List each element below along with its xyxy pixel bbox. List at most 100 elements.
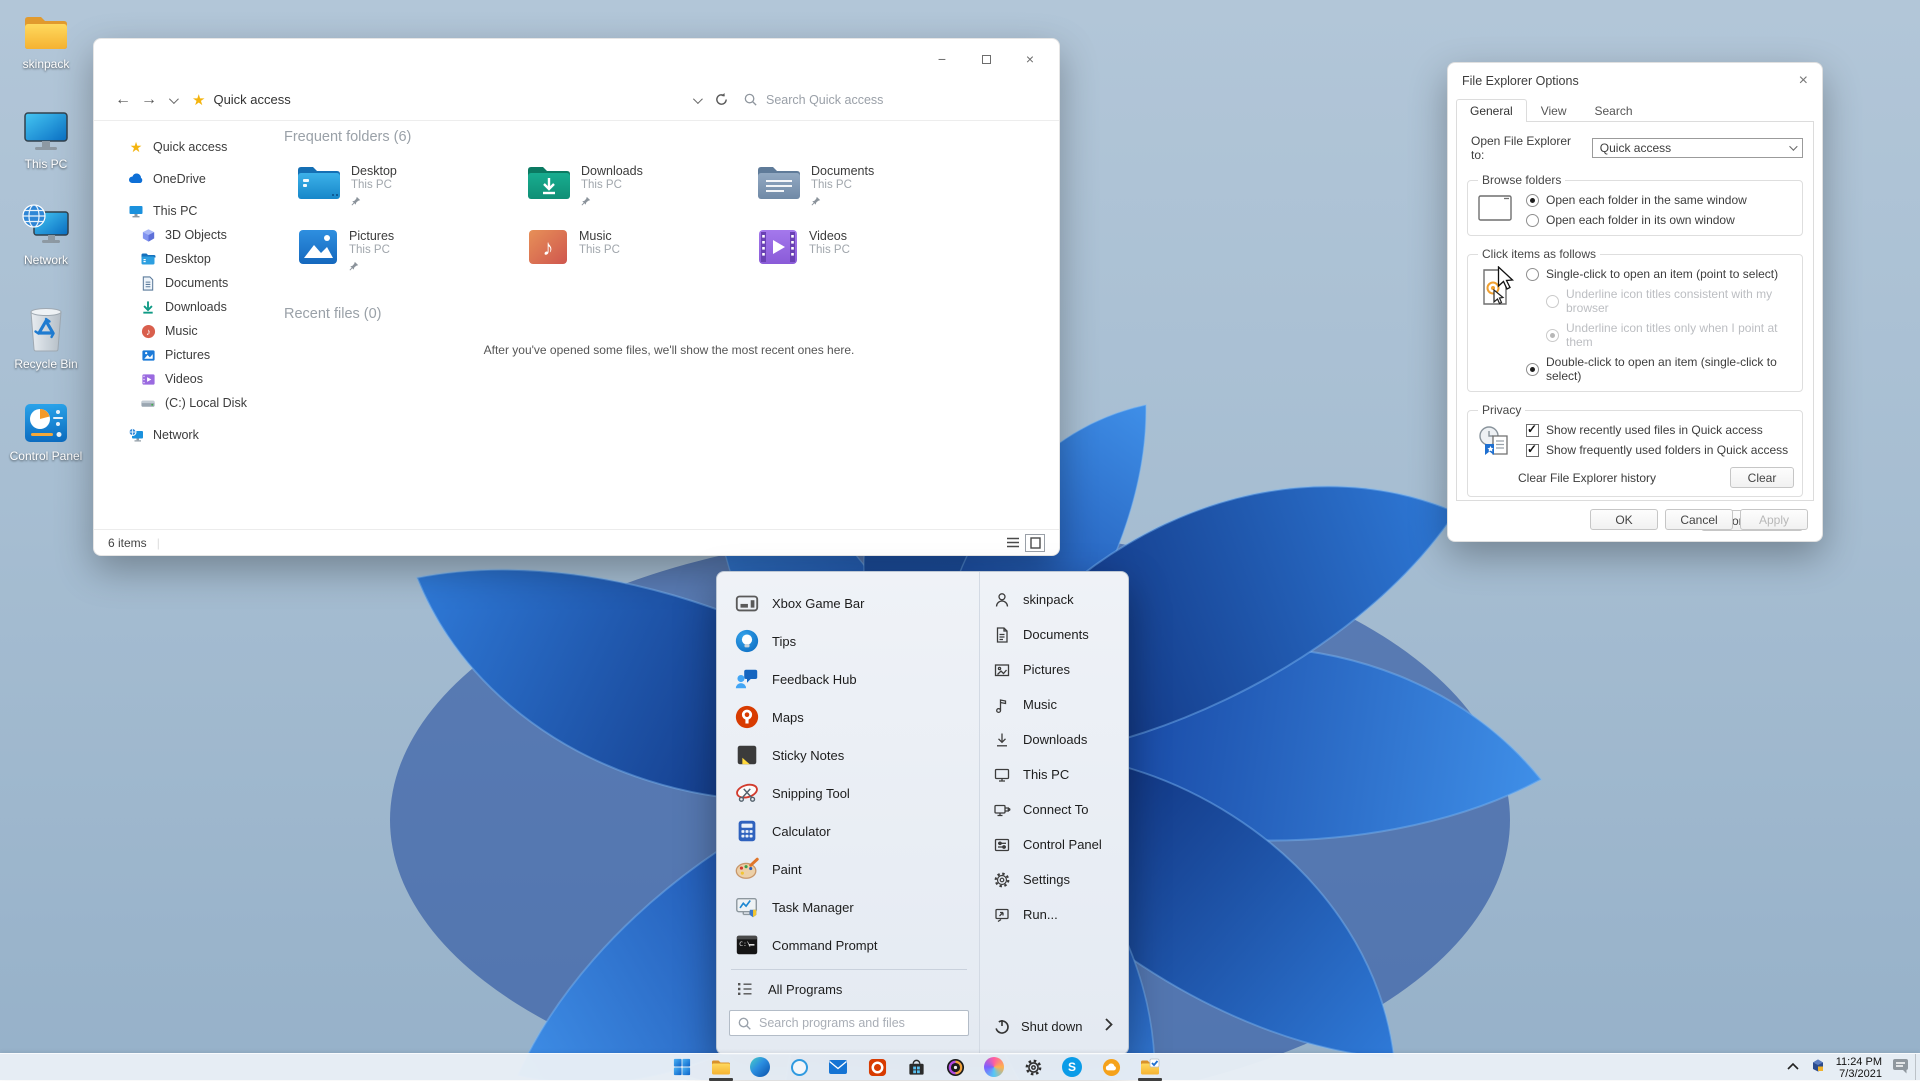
folder-tile-desktop[interactable]: DesktopThis PC <box>296 163 518 217</box>
large-icons-view-button[interactable] <box>1025 534 1045 552</box>
sidebar-item-network[interactable]: Network <box>94 423 279 447</box>
tab-general[interactable]: General <box>1456 99 1527 122</box>
radio-double-click[interactable]: Double-click to open an item (single-cli… <box>1526 355 1794 383</box>
start-app-sticky-notes[interactable]: Sticky Notes <box>725 736 973 774</box>
folder-tile-documents[interactable]: DocumentsThis PC <box>756 163 978 217</box>
start-all-programs[interactable]: All Programs <box>725 974 973 1004</box>
checkbox[interactable] <box>1526 444 1539 457</box>
sidebar-item-desktop[interactable]: Desktop <box>94 247 279 271</box>
open-to-dropdown[interactable]: Quick access <box>1592 138 1803 158</box>
start-place-pictures[interactable]: Pictures <box>988 652 1122 687</box>
taskbar-file-explorer-icon[interactable] <box>711 1057 731 1077</box>
search-box[interactable] <box>743 92 1043 107</box>
radio-single-click[interactable]: Single-click to open an item (point to s… <box>1526 267 1794 281</box>
tray-app-cube-icon[interactable] <box>1810 1057 1826 1078</box>
start-app-tips[interactable]: Tips <box>725 622 973 660</box>
explorer-titlebar[interactable]: − × <box>94 39 1059 79</box>
folder-tile-downloads[interactable]: DownloadsThis PC <box>526 163 748 217</box>
taskbar-store-icon[interactable] <box>906 1057 926 1077</box>
close-button[interactable]: × <box>1015 47 1045 71</box>
minimize-button[interactable]: − <box>927 47 957 71</box>
desktop-icon-skinpack[interactable]: skinpack <box>8 12 84 71</box>
tab-search[interactable]: Search <box>1581 99 1647 122</box>
address-bar[interactable]: Quick access <box>213 92 290 107</box>
start-place-this-pc[interactable]: This PC <box>988 757 1122 792</box>
sidebar-item-3d-objects[interactable]: 3D Objects <box>94 223 279 247</box>
start-app-maps[interactable]: Maps <box>725 698 973 736</box>
start-place-music[interactable]: Music <box>988 687 1122 722</box>
start-app-xbox-game-bar[interactable]: Xbox Game Bar <box>725 584 973 622</box>
radio-button[interactable] <box>1526 214 1539 227</box>
taskbar-weather-icon[interactable] <box>1101 1057 1121 1077</box>
refresh-icon[interactable] <box>714 92 729 107</box>
taskbar-photos-icon[interactable] <box>984 1057 1004 1077</box>
radio-underline-point[interactable]: Underline icon titles only when I point … <box>1546 321 1794 349</box>
taskbar-edge-icon[interactable] <box>750 1057 770 1077</box>
radio-button[interactable] <box>1526 268 1539 281</box>
tab-view[interactable]: View <box>1527 99 1581 122</box>
start-app-calculator[interactable]: Calculator <box>725 812 973 850</box>
sidebar-item-documents[interactable]: Documents <box>94 271 279 295</box>
desktop-icon-this-pc[interactable]: This PC <box>8 110 84 171</box>
address-dropdown-chevron-icon[interactable] <box>693 91 700 109</box>
back-arrow-icon[interactable]: ← <box>110 91 136 109</box>
forward-arrow-icon[interactable]: → <box>136 91 162 109</box>
start-app-feedback-hub[interactable]: Feedback Hub <box>725 660 973 698</box>
start-place-skinpack[interactable]: skinpack <box>988 582 1122 617</box>
start-place-documents[interactable]: Documents <box>988 617 1122 652</box>
sidebar-item-music[interactable]: ♪Music <box>94 319 279 343</box>
chevron-right-icon[interactable] <box>1105 1018 1113 1034</box>
action-center-icon[interactable] <box>1892 1057 1910 1079</box>
start-button[interactable] <box>672 1057 692 1077</box>
radio-button[interactable] <box>1526 363 1539 376</box>
details-view-button[interactable] <box>1003 534 1023 552</box>
start-app-task-manager[interactable]: Task Manager <box>725 888 973 926</box>
taskbar-settings-icon[interactable] <box>1023 1057 1043 1077</box>
checkbox[interactable] <box>1526 424 1539 437</box>
sidebar-item-videos[interactable]: Videos <box>94 367 279 391</box>
radio-same-window[interactable]: Open each folder in the same window <box>1526 193 1747 207</box>
start-place-control-panel[interactable]: Control Panel <box>988 827 1122 862</box>
sidebar-item-local-disk-c[interactable]: (C:) Local Disk <box>94 391 279 415</box>
checkbox-frequent-folders[interactable]: Show frequently used folders in Quick ac… <box>1526 443 1788 457</box>
shutdown-button[interactable]: Shut down <box>988 1016 1122 1040</box>
sidebar-item-pictures[interactable]: Pictures <box>94 343 279 367</box>
radio-own-window[interactable]: Open each folder in its own window <box>1526 213 1747 227</box>
folder-tile-pictures[interactable]: PicturesThis PC <box>296 228 518 282</box>
desktop-icon-control-panel[interactable]: Control Panel <box>8 402 84 463</box>
radio-button[interactable] <box>1526 194 1539 207</box>
taskbar-clock[interactable]: 11:24 PM 7/3/2021 <box>1836 1056 1882 1080</box>
folder-tile-music[interactable]: ♪ MusicThis PC <box>526 228 748 282</box>
start-place-connect-to[interactable]: Connect To <box>988 792 1122 827</box>
start-search-box[interactable] <box>729 1010 969 1036</box>
sidebar-item-quick-access[interactable]: ★Quick access <box>94 135 279 159</box>
folder-tile-videos[interactable]: VideosThis PC <box>756 228 978 282</box>
recent-locations-chevron-icon[interactable] <box>162 91 182 109</box>
apply-button[interactable]: Apply <box>1740 509 1808 530</box>
ok-button[interactable]: OK <box>1590 509 1658 530</box>
start-search-input[interactable] <box>759 1016 959 1030</box>
sidebar-item-this-pc[interactable]: This PC <box>94 199 279 223</box>
clear-button[interactable]: Clear <box>1730 467 1794 488</box>
hidden-icons-chevron-icon[interactable] <box>1786 1059 1800 1077</box>
sidebar-item-onedrive[interactable]: OneDrive <box>94 167 279 191</box>
maximize-button[interactable] <box>971 47 1001 71</box>
taskbar-cortana-icon[interactable] <box>789 1057 809 1077</box>
desktop-icon-network[interactable]: Network <box>8 204 84 267</box>
start-app-paint[interactable]: Paint <box>725 850 973 888</box>
taskbar-tasks-folder-icon[interactable] <box>1140 1057 1160 1077</box>
start-app-snipping-tool[interactable]: Snipping Tool <box>725 774 973 812</box>
checkbox-recent-files[interactable]: Show recently used files in Quick access <box>1526 423 1788 437</box>
start-place-run[interactable]: Run... <box>988 897 1122 932</box>
start-app-command-prompt[interactable]: C:\Command Prompt <box>725 926 973 964</box>
sidebar-item-downloads[interactable]: Downloads <box>94 295 279 319</box>
taskbar-skype-icon[interactable]: S <box>1062 1057 1082 1077</box>
desktop-icon-recycle-bin[interactable]: Recycle Bin <box>8 306 84 371</box>
start-place-settings[interactable]: Settings <box>988 862 1122 897</box>
taskbar-mail-icon[interactable] <box>828 1057 848 1077</box>
start-place-downloads[interactable]: Downloads <box>988 722 1122 757</box>
taskbar-office-icon[interactable] <box>867 1057 887 1077</box>
dialog-titlebar[interactable]: File Explorer Options × <box>1448 63 1822 93</box>
search-input[interactable] <box>766 93 1016 107</box>
close-icon[interactable]: × <box>1799 73 1808 89</box>
